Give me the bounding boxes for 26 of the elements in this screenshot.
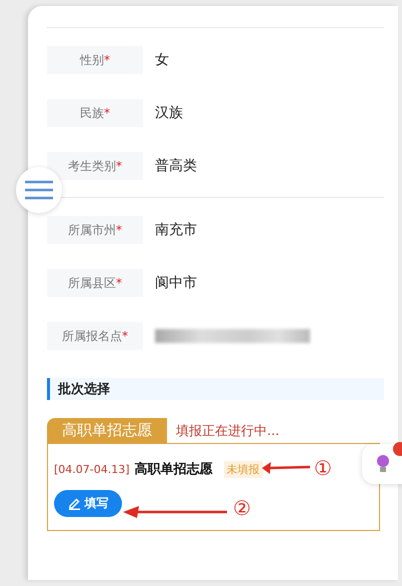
annotation-number: ② — [233, 496, 251, 520]
field-label: 考生类别* — [47, 152, 143, 180]
pencil-icon — [68, 497, 80, 510]
annotation-number: ① — [314, 456, 332, 480]
field-value: 汉族 — [155, 104, 183, 122]
arrow-drawing — [262, 461, 310, 475]
status-text: 填报正在进行中... — [175, 422, 280, 440]
section-title: 批次选择 — [47, 378, 384, 400]
field-label: 所属报名点* — [47, 322, 143, 350]
field-label: 所属县区* — [47, 269, 143, 297]
field-value: 女 — [155, 51, 169, 69]
date-range: [04.07-04.13] — [54, 462, 130, 476]
menu-button[interactable] — [16, 167, 62, 213]
status-tag: 未填报 — [224, 460, 263, 478]
field-label: 所属市州* — [47, 216, 143, 244]
field-value: 普高类 — [155, 157, 197, 175]
field-label: 民族* — [47, 99, 143, 127]
menu-icon — [24, 179, 54, 201]
lightbulb-icon — [376, 454, 390, 474]
field-label: 性别* — [47, 46, 143, 74]
field-value: 阆中市 — [155, 274, 197, 292]
batch-tab[interactable]: 高职单招志愿 — [47, 418, 167, 443]
tip-button[interactable] — [362, 444, 402, 484]
field-value: 南充市 — [155, 221, 197, 239]
fill-button[interactable]: 填写 — [54, 490, 122, 517]
batch-name: 高职单招志愿 — [134, 460, 213, 478]
